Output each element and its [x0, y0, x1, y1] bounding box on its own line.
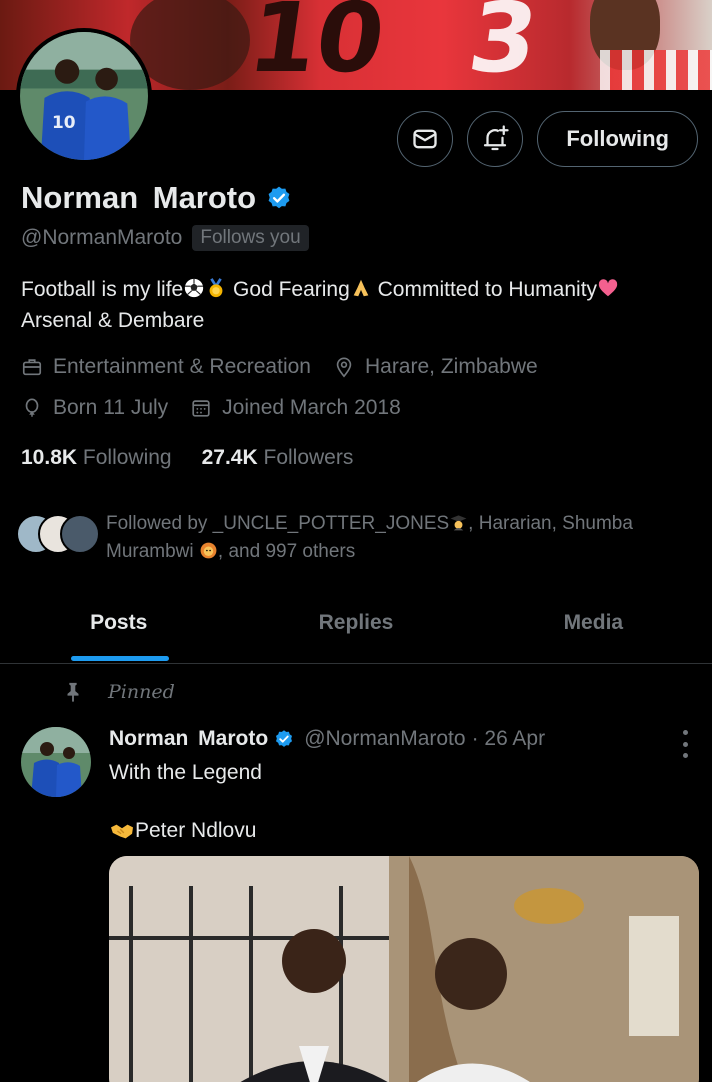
location-text: Harare, Zimbabwe: [364, 355, 538, 378]
pin-icon: [67, 682, 79, 703]
bio-text: Arsenal & Dembare: [21, 309, 205, 332]
post-header: Norman Maroto @NormanMaroto · 26 Apr: [109, 727, 545, 751]
post-author-name[interactable]: Norman Maroto: [109, 727, 268, 751]
followed-by-text-part: , and 997 others: [217, 541, 356, 562]
notifications-button[interactable]: [467, 111, 524, 167]
post-text: Peter Ndlovu: [135, 819, 257, 842]
followers-count-link[interactable]: 27.4K Followers: [202, 446, 354, 470]
tab-label: Media: [563, 611, 624, 634]
envelope-icon: [413, 129, 438, 149]
following-count: 10.8K: [21, 446, 78, 469]
followers-count: 27.4K: [201, 446, 258, 469]
profile-handle: @NormanMaroto: [21, 226, 183, 249]
following-button[interactable]: Following: [537, 111, 698, 167]
svg-text:10: 10: [52, 112, 76, 132]
banner-shape: [600, 50, 712, 90]
pinned-indicator: Pinned: [62, 680, 175, 704]
profile-location: Harare, Zimbabwe: [333, 355, 538, 379]
bio-text: Football is my life: [21, 278, 184, 301]
banner-jersey-number: 10: [242, 0, 392, 90]
medal-icon: [209, 278, 223, 298]
briefcase-icon: [22, 359, 42, 376]
follow-counts: 10.8K Following 27.4K Followers: [21, 446, 353, 470]
profile-actions: Following: [397, 111, 698, 167]
verified-badge-icon[interactable]: [274, 729, 294, 749]
avatar-photo: [21, 727, 91, 797]
follower-avatars: [16, 510, 102, 558]
post-date[interactable]: · 26 Apr: [472, 727, 546, 751]
handshake-icon: [111, 824, 133, 839]
post-photo: [109, 856, 699, 1082]
followed-by-section[interactable]: Followed by _UNCLE_POTTER_JONES, Hararia…: [16, 510, 686, 566]
profile-tabs: Posts Replies Media: [0, 596, 712, 664]
message-button[interactable]: [397, 111, 454, 167]
balloon-icon: [25, 398, 39, 417]
tab-posts[interactable]: Posts: [0, 596, 237, 663]
birthday-text: Born 11 July: [53, 396, 169, 419]
more-vertical-icon[interactable]: [680, 730, 690, 758]
lion-icon: [200, 542, 217, 559]
tab-label: Posts: [90, 611, 148, 634]
profile-avatar[interactable]: 10: [16, 28, 152, 164]
verified-badge-icon[interactable]: [266, 185, 292, 211]
post-text: With the Legend: [109, 761, 262, 784]
location-pin-icon: [336, 357, 352, 378]
following-label: Following: [82, 446, 172, 469]
graduate-icon: [450, 515, 467, 531]
avatar: [60, 514, 100, 554]
bio-text: God Fearing: [227, 278, 350, 301]
followed-by-text: Followed by _UNCLE_POTTER_JONES, Hararia…: [106, 510, 686, 566]
banner-jersey-number: 3: [462, 0, 545, 90]
tab-replies[interactable]: Replies: [237, 596, 474, 663]
profile-name-row: Norman Maroto: [21, 180, 292, 216]
follows-you-badge: Follows you: [192, 225, 309, 251]
pinned-label: Pinned: [108, 681, 175, 703]
post-author-handle[interactable]: @NormanMaroto: [304, 727, 465, 751]
profile-meta-row: Entertainment & Recreation Harare, Zimba…: [21, 355, 560, 379]
profile-name: Norman Maroto: [21, 180, 257, 215]
post-author-avatar[interactable]: [21, 727, 91, 797]
profile-category: Entertainment & Recreation: [21, 355, 311, 379]
active-tab-indicator: [71, 656, 169, 661]
following-count-link[interactable]: 10.8K Following: [21, 446, 172, 470]
followed-by-text-part: Followed by _UNCLE_POTTER_JONES: [106, 513, 450, 534]
bell-plus-icon: [484, 125, 509, 151]
profile-birthday: Born 11 July: [21, 396, 168, 420]
bio-text: Committed to Humanity: [371, 278, 598, 301]
joined-text: Joined March 2018: [222, 396, 401, 419]
soccer-ball-icon: [185, 278, 204, 298]
heart-icon: [598, 279, 618, 297]
post-image[interactable]: [109, 856, 699, 1082]
praying-hands-icon: [353, 279, 369, 297]
followers-label: Followers: [263, 446, 354, 469]
profile-joined: Joined March 2018: [190, 396, 401, 420]
profile-handle-row: @NormanMaroto Follows you: [21, 225, 309, 251]
profile-bio: Football is my life God Fearing Committe…: [21, 274, 701, 336]
post-text-line: Peter Ndlovu: [109, 816, 256, 846]
tab-media[interactable]: Media: [475, 596, 712, 663]
avatar-photo: 10: [20, 32, 148, 160]
profile-meta-row: Born 11 July Joined March 2018: [21, 396, 423, 420]
tab-label: Replies: [318, 611, 394, 634]
category-text: Entertainment & Recreation: [53, 355, 311, 378]
calendar-icon: [192, 400, 210, 417]
